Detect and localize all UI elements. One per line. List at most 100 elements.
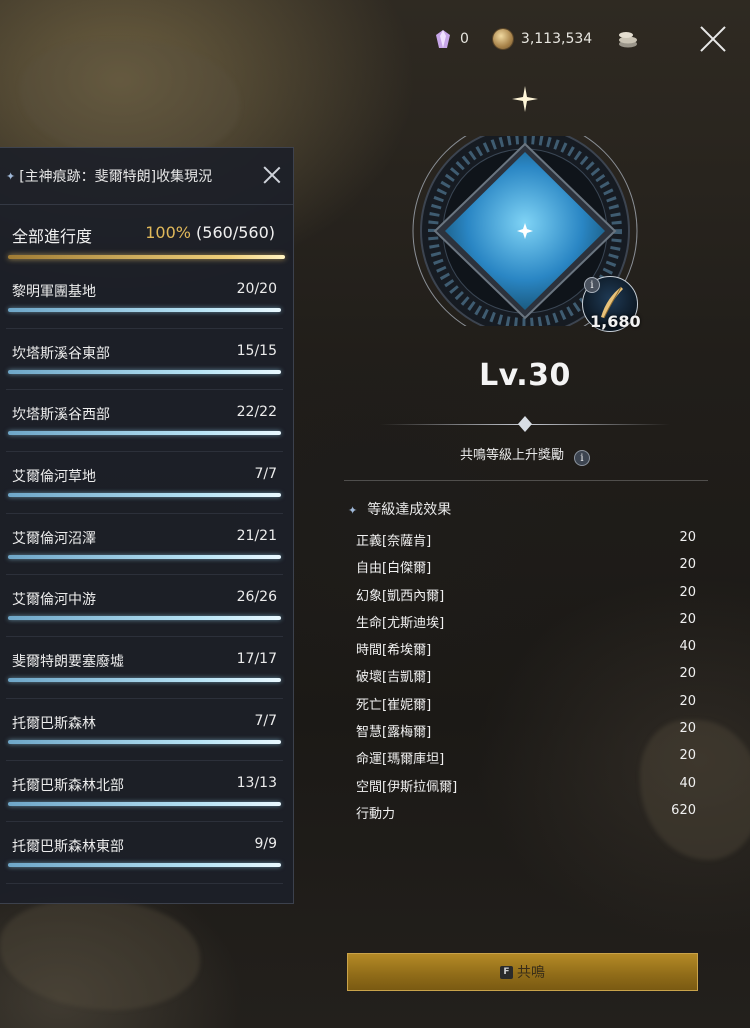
rock-shape [20,40,240,160]
region-name: 斐爾特朗要塞廢墟 [12,654,124,671]
effect-name: 時間[希埃爾] [356,643,432,659]
total-progress-value: 100% (560/560) [145,223,275,242]
region-progress-fill [8,554,281,559]
effect-value: 20 [679,721,696,737]
region-progress-bar [8,431,281,436]
region-count: 21/21 [236,527,277,544]
effects-list: 正義[奈薩肯] 20 自由[白傑爾] 20 幻象[凱西內爾] 20 生命[尤斯迪埃] 20 時間… [356,528,696,828]
region-name: 黎明軍團基地 [12,284,96,300]
star-sparkle-icon [512,86,538,112]
region-progress-bar [8,554,281,559]
effects-title: ✦ 等級達成效果 [348,499,451,519]
effect-value: 20 [679,611,696,627]
effect-row: 時間[希埃爾] 40 [356,637,696,664]
effect-value: 620 [671,802,696,818]
total-progress: 全部進行度 100% (560/560) [0,205,293,267]
region-row[interactable]: 斐爾特朗要塞廢墟 17/17 [6,637,283,699]
region-progress-fill [8,493,281,498]
reward-row: 共鳴等級上升獎勵 i [0,444,750,466]
total-count: (560/560) [196,223,275,242]
effect-name: 自由[白傑爾] [356,561,432,577]
effect-value: 40 [679,639,696,655]
effect-row: 行動力 620 [356,801,696,828]
effect-value: 40 [679,775,696,791]
region-progress-fill [8,308,281,312]
reward-info-icon[interactable]: i [574,450,590,466]
region-progress-fill [8,739,281,744]
effect-row: 自由[白傑爾] 20 [356,555,696,582]
region-count: 20/20 [236,281,277,297]
region-progress-bar [8,739,281,744]
region-progress-bar [8,308,281,312]
panel-close-button[interactable] [261,164,283,186]
cost-info-icon[interactable]: i [584,277,600,293]
level-label: Lv.30 [479,358,571,393]
total-percent: 100% [145,223,191,242]
region-name: 托爾巴斯森林東部 [12,839,124,856]
key-hint: F [500,965,513,979]
region-progress-bar [8,616,281,621]
region-row[interactable]: 艾爾倫河沼澤 21/21 [6,514,283,576]
effect-row: 正義[奈薩肯] 20 [356,528,696,555]
diamond-ornament-icon [518,416,532,432]
effect-row: 死亡[崔妮爾] 20 [356,692,696,719]
region-name: 艾爾倫河草地 [12,469,96,486]
region-name: 托爾巴斯森林北部 [12,777,124,794]
total-progress-label: 全部進行度 [12,227,93,246]
panel-title: [主神痕跡：斐爾特朗]收集現況 [19,169,213,185]
effect-name: 空間[伊斯拉佩爾] [356,779,458,795]
sparkle-icon: ✦ [348,504,358,517]
effect-row: 幻象[凱西內爾] 20 [356,583,696,610]
gold-coin-icon [492,29,513,49]
region-row[interactable]: 托爾巴斯森林東部 9/9 [6,822,283,884]
region-name: 坎塔斯溪谷西部 [12,407,110,424]
crystal-icon [436,30,450,48]
effect-value: 20 [679,530,696,545]
close-button[interactable] [696,22,730,56]
crystal-count: 0 [460,31,469,47]
reward-label: 共鳴等級上升獎勵 [459,448,564,463]
region-progress-fill [8,431,281,436]
effect-value: 20 [679,584,696,600]
currency-bar: 0 3,113,534 [436,26,640,52]
effect-name: 命運[瑪爾庫坦] [356,752,445,768]
effect-value: 20 [679,666,696,682]
effect-value: 20 [679,748,696,764]
region-progress-bar [8,801,281,806]
region-name: 艾爾倫河沼澤 [12,530,96,547]
region-row[interactable]: 托爾巴斯森林 7/7 [6,699,283,761]
region-count: 9/9 [254,836,277,853]
total-progress-fill [8,255,285,259]
silver-stack-icon[interactable] [616,29,640,49]
region-row[interactable]: 托爾巴斯森林北部 13/13 [6,761,283,823]
effect-row: 生命[尤斯迪埃] 20 [356,610,696,637]
resonate-button[interactable]: F 共鳴 [347,953,698,991]
effect-row: 智慧[露梅爾] 20 [356,719,696,746]
region-progress-bar [8,863,281,868]
total-progress-bar [8,255,285,259]
effects-title-label: 等級達成效果 [367,502,452,518]
effect-name: 幻象[凱西內爾] [356,588,445,604]
effect-row: 破壞[吉凱爾] 20 [356,664,696,691]
region-name: 托爾巴斯森林 [12,715,96,732]
rock-shape [0,900,200,1010]
region-row[interactable]: 坎塔斯溪谷西部 22/22 [6,390,283,453]
resonate-button-label: 共鳴 [517,965,545,981]
region-count: 22/22 [236,404,277,421]
effect-name: 正義[奈薩肯] [356,534,432,549]
effect-value: 20 [679,693,696,709]
crystal-currency: 0 [436,30,469,48]
panel-header: ✦ [主神痕跡：斐爾特朗]收集現況 [0,148,293,205]
gold-amount: 3,113,534 [520,31,593,47]
region-count: 13/13 [236,774,277,791]
region-count: 26/26 [236,589,277,606]
region-row[interactable]: 艾爾倫河中游 26/26 [6,575,283,638]
region-count: 17/17 [236,651,277,668]
effect-name: 生命[尤斯迪埃] [356,615,445,631]
region-progress-fill [8,801,281,806]
region-progress-bar [8,493,281,498]
effect-name: 智慧[露梅爾] [356,725,432,741]
separator [344,480,708,481]
region-row[interactable]: 黎明軍團基地 20/20 [6,267,283,329]
region-progress-fill [8,863,281,868]
